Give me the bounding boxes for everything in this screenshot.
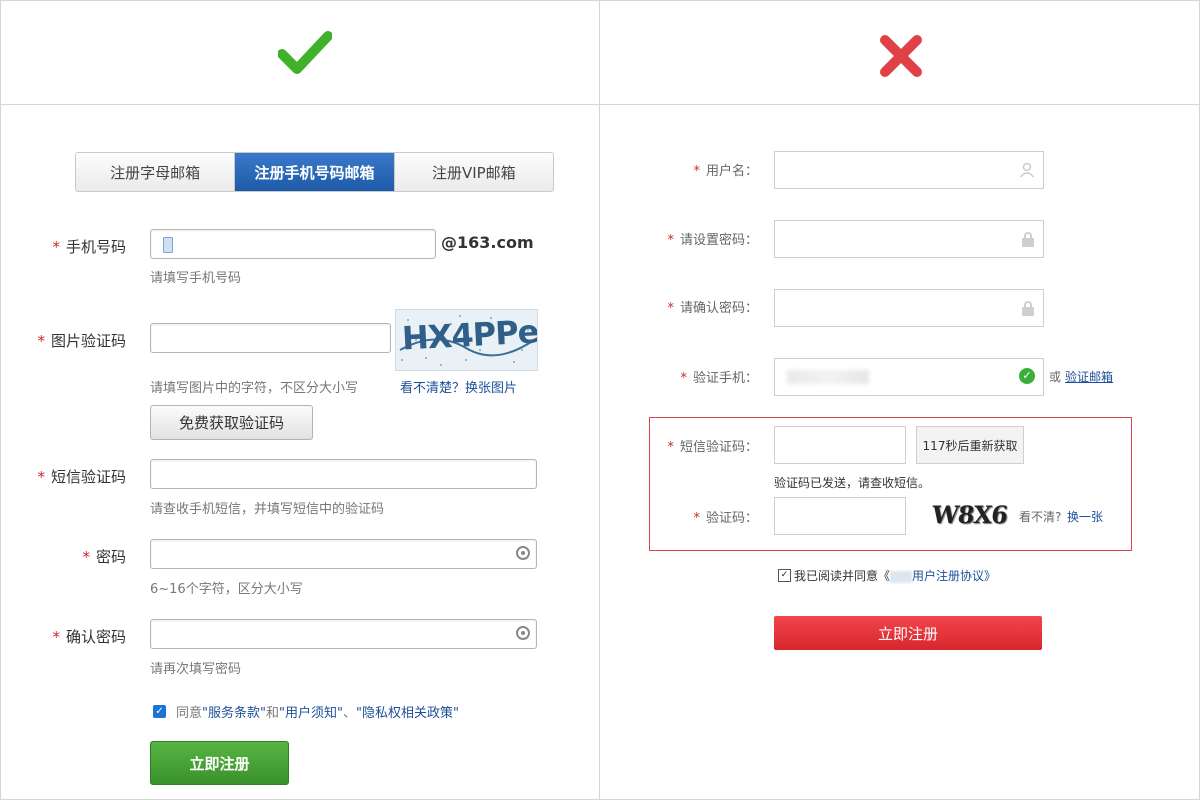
captcha-image-right[interactable]: W8X6 [928, 498, 1009, 532]
captcha-label-right: * 验证码： [693, 511, 758, 526]
captcha-image[interactable]: HX4PPe [395, 309, 538, 371]
terms-link[interactable]: "服务条款" [202, 706, 266, 721]
agree-checkbox[interactable]: ✓ [153, 705, 166, 718]
sms-code-input[interactable] [774, 426, 906, 464]
captcha-text: HX4PPe [401, 312, 538, 358]
captcha-label: * 图片验证码 [37, 332, 126, 350]
sms-code-label: * 短信验证码： [667, 440, 758, 455]
show-confirm-password-icon[interactable] [516, 626, 530, 640]
confirm-password-label: * 确认密码 [52, 628, 126, 646]
checkmark-icon [278, 31, 332, 74]
confirm-password-input[interactable] [150, 619, 537, 649]
verified-check-icon: ✓ [1019, 368, 1035, 384]
user-icon [1019, 162, 1035, 178]
tab-letter-email[interactable]: 注册字母邮箱 [76, 153, 236, 191]
agree-text: 同意"服务条款"和"用户须知"、"隐私权相关政策" [176, 706, 459, 721]
sms-sent-note: 验证码已发送，请查收短信。 [774, 476, 931, 490]
user-agreement-link[interactable]: 用户注册协议》 [912, 569, 996, 583]
set-password-label: * 请设置密码： [667, 233, 758, 248]
change-captcha-link[interactable]: 换一张 [1067, 508, 1103, 525]
tab-phone-email[interactable]: 注册手机号码邮箱 [235, 153, 395, 191]
user-notice-link[interactable]: "用户须知" [279, 706, 343, 721]
resend-sms-button[interactable]: 117秒后重新获取 [916, 426, 1024, 464]
unclear-text: 看不清? [1019, 510, 1062, 524]
sms-hint: 请查收手机短信，并填写短信中的验证码 [150, 502, 385, 517]
phone-label: * 手机号码 [52, 238, 126, 256]
blurred-phone-number [787, 370, 869, 384]
captcha-input[interactable] [150, 323, 391, 353]
password-input[interactable] [150, 539, 537, 569]
username-input[interactable] [774, 151, 1044, 189]
password-hint: 6~16个字符，区分大小写 [150, 582, 303, 597]
captcha-hint: 请填写图片中的字符，不区分大小写 [150, 381, 359, 396]
register-button-right[interactable]: 立即注册 [774, 616, 1042, 650]
confirm-password-hint: 请再次填写密码 [150, 662, 242, 677]
verify-phone-input[interactable]: ✓ [774, 358, 1044, 396]
signup-type-tabs: 注册字母邮箱 注册手机号码邮箱 注册VIP邮箱 [75, 152, 554, 192]
lock-icon [1022, 301, 1034, 316]
cross-icon [880, 35, 922, 77]
username-label: * 用户名： [693, 164, 758, 179]
show-password-icon[interactable] [516, 546, 530, 560]
phone-icon [163, 237, 173, 253]
tab-vip-email[interactable]: 注册VIP邮箱 [395, 153, 553, 191]
confirm-password-input-right[interactable] [774, 289, 1044, 327]
captcha-text-right: W8X6 [930, 500, 1009, 529]
sms-label: * 短信验证码 [37, 468, 126, 486]
agree-checkbox-right[interactable]: ✓ [778, 569, 791, 582]
captcha-input-right[interactable] [774, 497, 906, 535]
set-password-input[interactable] [774, 220, 1044, 258]
verify-phone-label: * 验证手机： [680, 371, 758, 386]
privacy-link[interactable]: "隐私权相关政策" [356, 706, 459, 721]
captcha-refresh-link[interactable]: 看不清楚？换张图片 [400, 377, 517, 396]
header-divider [0, 104, 1200, 105]
password-label: * 密码 [82, 548, 126, 566]
confirm-password-label-right: * 请确认密码： [667, 301, 758, 316]
email-domain: @163.com [441, 233, 534, 252]
get-sms-code-button[interactable]: 免费获取验证码 [150, 405, 313, 440]
blurred-brand [890, 570, 913, 583]
column-divider [599, 0, 600, 800]
lock-icon [1022, 232, 1034, 247]
phone-input[interactable] [150, 229, 436, 259]
verify-email-link[interactable]: 验证邮箱 [1065, 368, 1113, 385]
outer-frame [0, 0, 1200, 800]
register-button-left[interactable]: 立即注册 [150, 741, 289, 785]
or-text: 或 [1049, 370, 1062, 384]
agree-text-right: 我已阅读并同意《 用户注册协议》 [794, 569, 997, 583]
phone-hint: 请填写手机号码 [150, 271, 242, 286]
sms-input[interactable] [150, 459, 537, 489]
